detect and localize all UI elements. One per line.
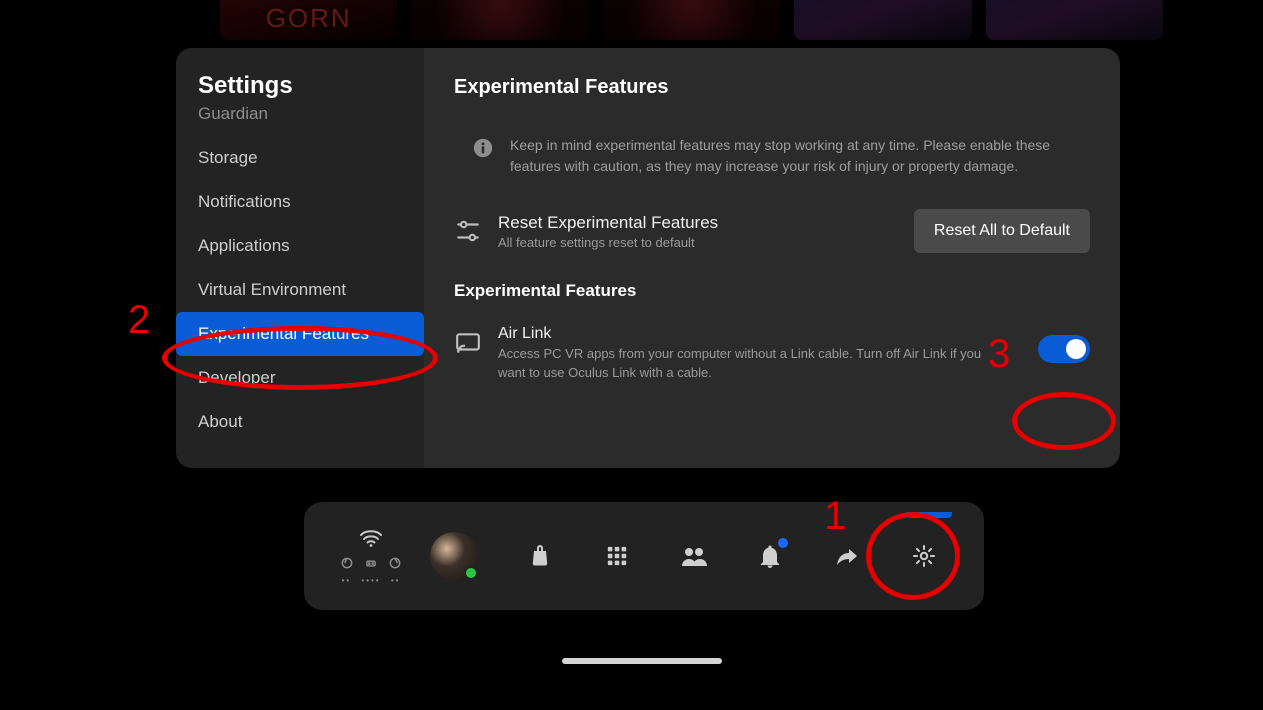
settings-sidebar: Settings Guardian Storage Notifications …: [176, 48, 424, 468]
sidebar-item-notifications[interactable]: Notifications: [176, 180, 424, 224]
dock-settings-button[interactable]: [902, 534, 946, 578]
sliders-icon: [454, 217, 482, 245]
sidebar-item-guardian[interactable]: Guardian: [176, 106, 424, 136]
toggle-knob: [1066, 339, 1086, 359]
battery-dots: •• •••• ••: [342, 576, 401, 585]
dock-store-button[interactable]: [518, 534, 562, 578]
bg-tile-3: [603, 0, 780, 40]
cast-icon: [454, 329, 482, 357]
sidebar-item-experimental-features[interactable]: Experimental Features: [176, 312, 424, 356]
air-link-subtitle: Access PC VR apps from your computer wit…: [498, 345, 1008, 383]
reset-subtitle: All feature settings reset to default: [498, 235, 898, 250]
dock-people-button[interactable]: [672, 534, 716, 578]
annotation-number-2: 2: [128, 298, 150, 343]
system-dock: •• •••• ••: [304, 502, 984, 610]
air-link-title: Air Link: [498, 325, 1022, 343]
dock-share-button[interactable]: [825, 534, 869, 578]
sidebar-item-about[interactable]: About: [176, 400, 424, 444]
bg-tile-5: [986, 0, 1163, 40]
feature-row-air-link: Air Link Access PC VR apps from your com…: [454, 319, 1090, 383]
dock-notifications-button[interactable]: [748, 534, 792, 578]
info-row: Keep in mind experimental features may s…: [454, 117, 1090, 183]
sidebar-title: Settings: [176, 72, 424, 100]
sidebar-item-virtual-environment[interactable]: Virtual Environment: [176, 268, 424, 312]
home-indicator[interactable]: [562, 658, 722, 664]
info-icon: [472, 137, 494, 159]
settings-panel: Settings Guardian Storage Notifications …: [176, 48, 1120, 468]
dock-items: [502, 534, 962, 578]
notification-dot: [778, 538, 788, 548]
sidebar-items: Guardian Storage Notifications Applicati…: [176, 106, 424, 444]
avatar[interactable]: [430, 532, 478, 580]
settings-content: Experimental Features Keep in mind exper…: [424, 48, 1120, 468]
reset-all-button[interactable]: Reset All to Default: [914, 209, 1090, 253]
reset-title: Reset Experimental Features: [498, 213, 898, 233]
reset-row: Reset Experimental Features All feature …: [454, 201, 1090, 253]
air-link-toggle[interactable]: [1038, 335, 1090, 363]
bg-tile-gorn: GORN: [220, 0, 397, 40]
active-indicator: [906, 512, 952, 518]
presence-indicator: [464, 566, 478, 580]
section-label-experimental: Experimental Features: [454, 271, 1090, 301]
sidebar-item-storage[interactable]: Storage: [176, 136, 424, 180]
background-game-tiles: GORN: [220, 0, 1163, 50]
controller-battery-icons: [340, 556, 402, 570]
sidebar-item-developer[interactable]: Developer: [176, 356, 424, 400]
wifi-icon: [359, 528, 383, 548]
bg-tile-2: [411, 0, 588, 40]
sidebar-item-applications[interactable]: Applications: [176, 224, 424, 268]
content-title: Experimental Features: [454, 76, 1090, 99]
bg-tile-4: [794, 0, 971, 40]
info-text: Keep in mind experimental features may s…: [510, 135, 1090, 177]
dock-apps-button[interactable]: [595, 534, 639, 578]
dock-status[interactable]: •• •••• ••: [326, 528, 416, 585]
